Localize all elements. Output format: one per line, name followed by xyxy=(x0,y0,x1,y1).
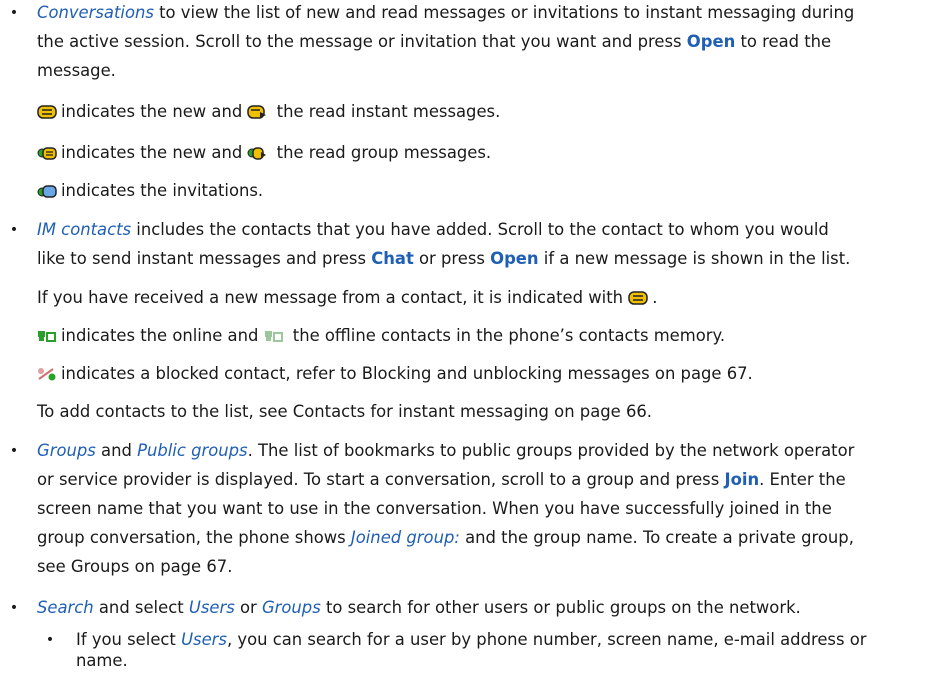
document-page: • Conversations to view the list of new … xyxy=(0,0,949,673)
sub-bullet: • xyxy=(45,632,55,648)
invitation-line: indicates the invitations. xyxy=(37,178,263,204)
new-im-icon xyxy=(37,105,57,119)
read-group-msg-icon xyxy=(247,146,267,160)
offline-contact-icon xyxy=(264,329,284,343)
groups-line-5: see Groups on page 67. xyxy=(37,557,233,576)
groups-line-1: Groups and Public groups. The list of bo… xyxy=(37,441,855,460)
bullet: • xyxy=(9,5,19,21)
public-groups-term: Public groups xyxy=(137,441,248,460)
new-group-msg-icon xyxy=(37,146,57,160)
conversations-line-2: the active session. Scroll to the messag… xyxy=(37,32,832,51)
bullet: • xyxy=(9,600,19,616)
users-term: Users xyxy=(188,598,235,617)
search-sub-line-1: If you select Users, you can search for … xyxy=(76,630,867,649)
join-key: Join xyxy=(724,470,760,489)
im-contacts-line-2: like to send instant messages and press … xyxy=(37,249,851,268)
add-contacts-line: To add contacts to the list, see Contact… xyxy=(37,402,653,421)
bullet: • xyxy=(9,443,19,459)
new-im-icon xyxy=(628,291,648,305)
groups-line-4: group conversation, the phone shows Join… xyxy=(37,528,854,547)
im-icons-line: indicates the new and the read instant m… xyxy=(37,99,500,125)
bullet: • xyxy=(9,222,19,238)
online-contact-icon xyxy=(37,329,57,343)
blocked-line: indicates a blocked contact, refer to Bl… xyxy=(37,361,753,387)
conversations-line-3: message. xyxy=(37,61,116,80)
group-icons-line: indicates the new and the read group mes… xyxy=(37,140,491,166)
open-key: Open xyxy=(490,249,539,268)
joined-group-term: Joined group: xyxy=(350,528,460,547)
online-offline-line: indicates the online and the offline con… xyxy=(37,323,725,349)
received-line: If you have received a new message from … xyxy=(37,288,658,307)
users-term: Users xyxy=(181,630,227,649)
groups-term: Groups xyxy=(261,598,321,617)
groups-line-2: or service provider is displayed. To sta… xyxy=(37,470,846,489)
conversations-line-1: Conversations to view the list of new an… xyxy=(37,3,855,22)
read-im-icon xyxy=(247,105,267,119)
search-term: Search xyxy=(37,598,94,617)
search-sub-line-2: name. xyxy=(76,651,128,670)
conversations-term: Conversations xyxy=(37,3,154,22)
invitation-icon xyxy=(37,184,57,198)
open-key: Open xyxy=(686,32,736,51)
groups-term: Groups xyxy=(37,441,96,460)
im-contacts-term: IM contacts xyxy=(37,220,132,239)
im-contacts-line-1: IM contacts includes the contacts that y… xyxy=(37,220,829,239)
chat-key: Chat xyxy=(371,249,414,268)
blocked-contact-icon xyxy=(37,367,57,381)
groups-line-3: screen name that you want to use in the … xyxy=(37,499,832,518)
search-line-1: Search and select Users or Groups to sea… xyxy=(37,598,801,617)
